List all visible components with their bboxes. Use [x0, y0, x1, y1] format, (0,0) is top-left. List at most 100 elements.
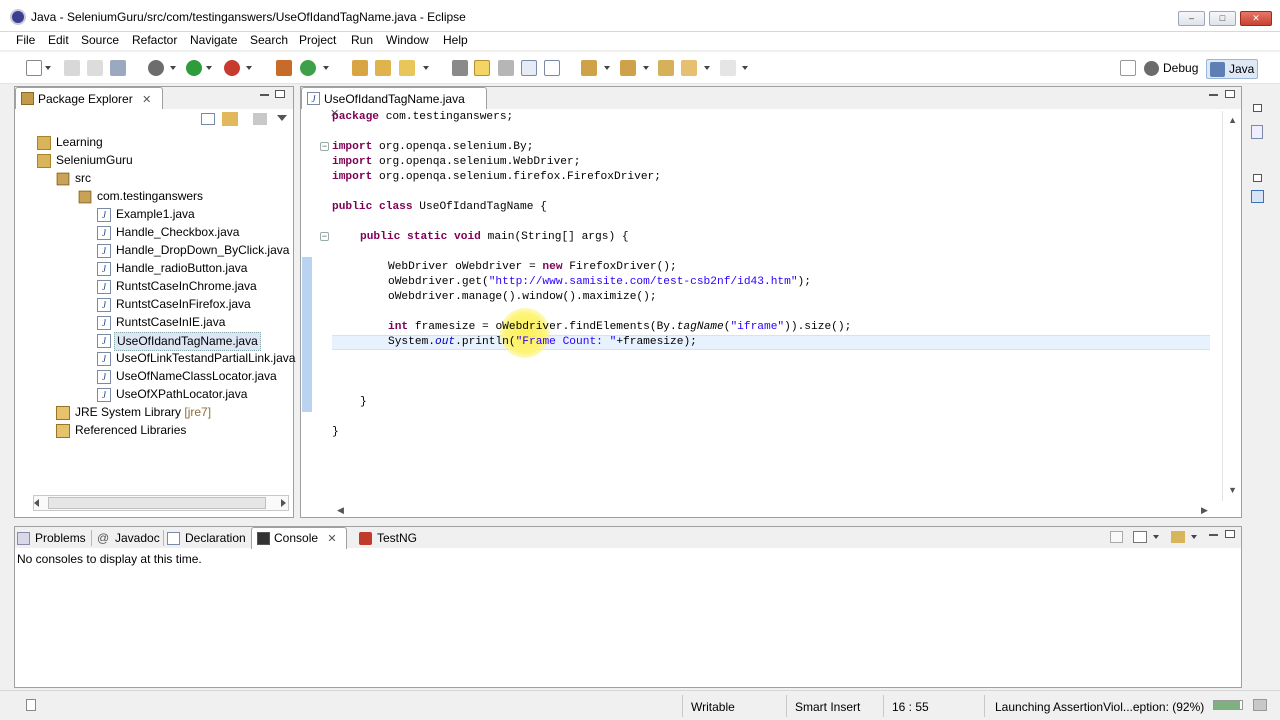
maximize-view-icon[interactable] — [275, 90, 285, 98]
menu-project[interactable]: Project — [299, 33, 336, 47]
status-bar: Writable Smart Insert 16 : 55 Launching … — [0, 690, 1280, 720]
code-line: oWebdriver.get("http://www.samisite.com/… — [388, 276, 811, 288]
scroll-down-icon[interactable]: ▼ — [1228, 485, 1237, 495]
perspective-debug[interactable]: Debug — [1142, 59, 1198, 79]
progress-fill — [1214, 701, 1240, 709]
collapse-all-icon[interactable] — [201, 113, 215, 125]
menu-run[interactable]: Run — [351, 33, 373, 47]
restore-icon[interactable] — [1253, 104, 1262, 112]
restore-icon[interactable] — [1253, 174, 1262, 182]
back-icon[interactable] — [681, 60, 697, 76]
tab-javadoc[interactable]: @ Javadoc — [95, 527, 160, 549]
code-line: int framesize = oWebdriver.findElements(… — [388, 321, 852, 333]
toggle-annotation-icon[interactable] — [452, 60, 468, 76]
forward-icon[interactable] — [720, 60, 736, 76]
filter-icon[interactable] — [253, 113, 267, 125]
new-java-project-icon[interactable] — [276, 60, 292, 76]
fast-view-icon[interactable] — [26, 699, 36, 711]
run-external-icon[interactable] — [224, 60, 240, 76]
java-file-icon: J — [97, 298, 111, 312]
perspective-java[interactable]: Java — [1206, 59, 1258, 79]
menu-window[interactable]: Window — [386, 33, 429, 47]
save-icon[interactable] — [64, 60, 80, 76]
code-line: import org.openqa.selenium.By; — [332, 141, 534, 153]
minimize-button[interactable]: – — [1178, 11, 1205, 26]
java-file-icon: J — [307, 92, 320, 105]
minimize-view-icon[interactable] — [260, 94, 269, 96]
testng-icon — [359, 532, 372, 545]
menu-navigate[interactable]: Navigate — [190, 33, 237, 47]
menu-edit[interactable]: Edit — [48, 33, 69, 47]
perspective-debug-label: Debug — [1163, 61, 1199, 75]
search-icon[interactable] — [399, 60, 415, 76]
pilcrow-icon[interactable] — [544, 60, 560, 76]
close-tab-icon[interactable]: ✕ — [142, 93, 151, 106]
progress-bar — [1213, 700, 1243, 710]
horizontal-scrollbar[interactable] — [33, 495, 289, 511]
minimize-console-icon[interactable] — [1209, 534, 1218, 536]
project-icon — [37, 154, 51, 168]
task-list-icon[interactable] — [1251, 125, 1263, 139]
status-writable: Writable — [691, 700, 735, 714]
tab-testng[interactable]: TestNG — [357, 527, 417, 549]
menu-help[interactable]: Help — [443, 33, 468, 47]
fold-method-icon[interactable]: − — [320, 232, 329, 241]
show-whitespace-icon[interactable] — [521, 60, 537, 76]
view-menu-icon[interactable] — [277, 115, 287, 121]
maximize-editor-icon[interactable] — [1225, 90, 1235, 98]
window-title: Java - SeleniumGuru/src/com/testinganswe… — [31, 10, 466, 24]
fold-imports-icon[interactable]: − — [320, 142, 329, 151]
menu-refactor[interactable]: Refactor — [132, 33, 177, 47]
status-cursor-position: 16 : 55 — [892, 700, 929, 714]
menu-source[interactable]: Source — [81, 33, 119, 47]
declaration-icon — [167, 532, 180, 545]
print-icon[interactable] — [110, 60, 126, 76]
block-selection-icon[interactable] — [498, 60, 514, 76]
java-perspective-icon — [1210, 62, 1225, 77]
display-console-icon[interactable] — [1133, 531, 1147, 543]
menu-search[interactable]: Search — [250, 33, 288, 47]
debug-icon[interactable] — [148, 60, 164, 76]
open-type-icon[interactable] — [352, 60, 368, 76]
debug-perspective-icon — [1144, 61, 1159, 76]
change-ruler — [302, 257, 312, 412]
open-folder-icon[interactable] — [375, 60, 391, 76]
previous-annotation-icon[interactable] — [620, 60, 636, 76]
new-icon[interactable] — [26, 60, 42, 76]
open-perspective-icon[interactable] — [1120, 60, 1136, 76]
code-line: oWebdriver.manage().window().maximize(); — [388, 291, 657, 303]
tab-declaration[interactable]: Declaration — [165, 527, 246, 549]
maximize-button[interactable]: □ — [1209, 11, 1236, 26]
tab-problems[interactable]: Problems — [15, 527, 86, 549]
java-file-icon: J — [97, 334, 111, 348]
tab-package-explorer[interactable]: Package Explorer ✕ — [15, 87, 163, 109]
scroll-left-icon[interactable]: ◀ — [337, 505, 344, 516]
close-button[interactable]: ✕ — [1240, 11, 1272, 26]
save-all-icon[interactable] — [87, 60, 103, 76]
code-line: } — [360, 396, 367, 408]
tab-console[interactable]: Console ✕ — [251, 527, 347, 549]
tab-editor-file[interactable]: J UseOfIdandTagName.java ✕ — [301, 87, 487, 120]
new-class-icon[interactable] — [300, 60, 316, 76]
scroll-up-icon[interactable]: ▲ — [1228, 115, 1237, 125]
editor-tab-label: UseOfIdandTagName.java — [324, 92, 465, 106]
progress-view-icon[interactable] — [1253, 699, 1267, 711]
run-icon[interactable] — [186, 60, 202, 76]
pin-console-icon[interactable] — [1110, 531, 1123, 543]
menu-file[interactable]: File — [16, 33, 35, 47]
last-edit-location-icon[interactable] — [658, 60, 674, 76]
main-toolbar: Debug Java — [0, 52, 1280, 84]
close-tab-icon[interactable]: ✕ — [327, 532, 336, 545]
next-annotation-icon[interactable] — [581, 60, 597, 76]
open-console-icon[interactable] — [1171, 531, 1185, 543]
outline-icon[interactable] — [1251, 190, 1264, 203]
mark-occurrences-icon[interactable] — [474, 60, 490, 76]
maximize-console-icon[interactable] — [1225, 530, 1235, 538]
scroll-right-icon[interactable]: ▶ — [1201, 505, 1208, 516]
java-file-icon: J — [97, 262, 111, 276]
library-icon — [56, 406, 70, 420]
link-editor-icon[interactable] — [222, 112, 238, 126]
status-insert-mode: Smart Insert — [795, 700, 861, 714]
source-folder-icon — [56, 172, 70, 186]
minimize-editor-icon[interactable] — [1209, 94, 1218, 96]
